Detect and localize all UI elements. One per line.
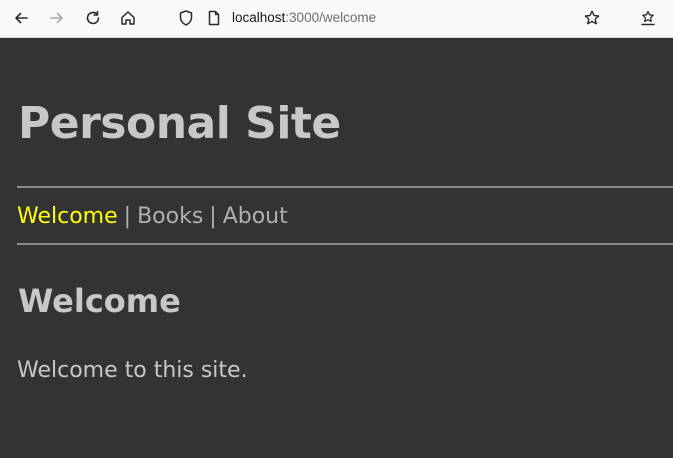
shield-icon[interactable] bbox=[172, 5, 200, 31]
nav-item-books[interactable]: Books bbox=[137, 204, 203, 229]
url-path: :3000/welcome bbox=[285, 10, 377, 25]
browser-toolbar: localhost:3000/welcome bbox=[0, 0, 673, 38]
page-icon bbox=[200, 5, 228, 31]
welcome-text: Welcome to this site. bbox=[17, 358, 248, 383]
url-host: localhost bbox=[232, 10, 286, 25]
forward-arrow-icon[interactable] bbox=[43, 5, 71, 31]
nav-item-about[interactable]: About bbox=[223, 204, 288, 229]
address-bar[interactable]: localhost:3000/welcome bbox=[232, 9, 376, 27]
back-arrow-icon[interactable] bbox=[7, 5, 35, 31]
top-divider bbox=[17, 186, 673, 188]
site-nav: Welcome | Books | About bbox=[17, 202, 288, 232]
bottom-divider bbox=[17, 243, 673, 245]
reload-icon[interactable] bbox=[79, 5, 107, 31]
site-title: Personal Site bbox=[18, 98, 341, 149]
nav-item-welcome[interactable]: Welcome bbox=[17, 204, 118, 229]
nav-separator: | bbox=[123, 204, 132, 229]
extensions-icon[interactable] bbox=[634, 5, 662, 31]
star-icon[interactable] bbox=[578, 5, 606, 31]
nav-separator: | bbox=[209, 204, 217, 229]
home-icon[interactable] bbox=[114, 5, 142, 31]
page-heading: Welcome bbox=[18, 282, 181, 320]
page-content: Personal Site Welcome | Books | About Welcom… bbox=[0, 39, 673, 458]
